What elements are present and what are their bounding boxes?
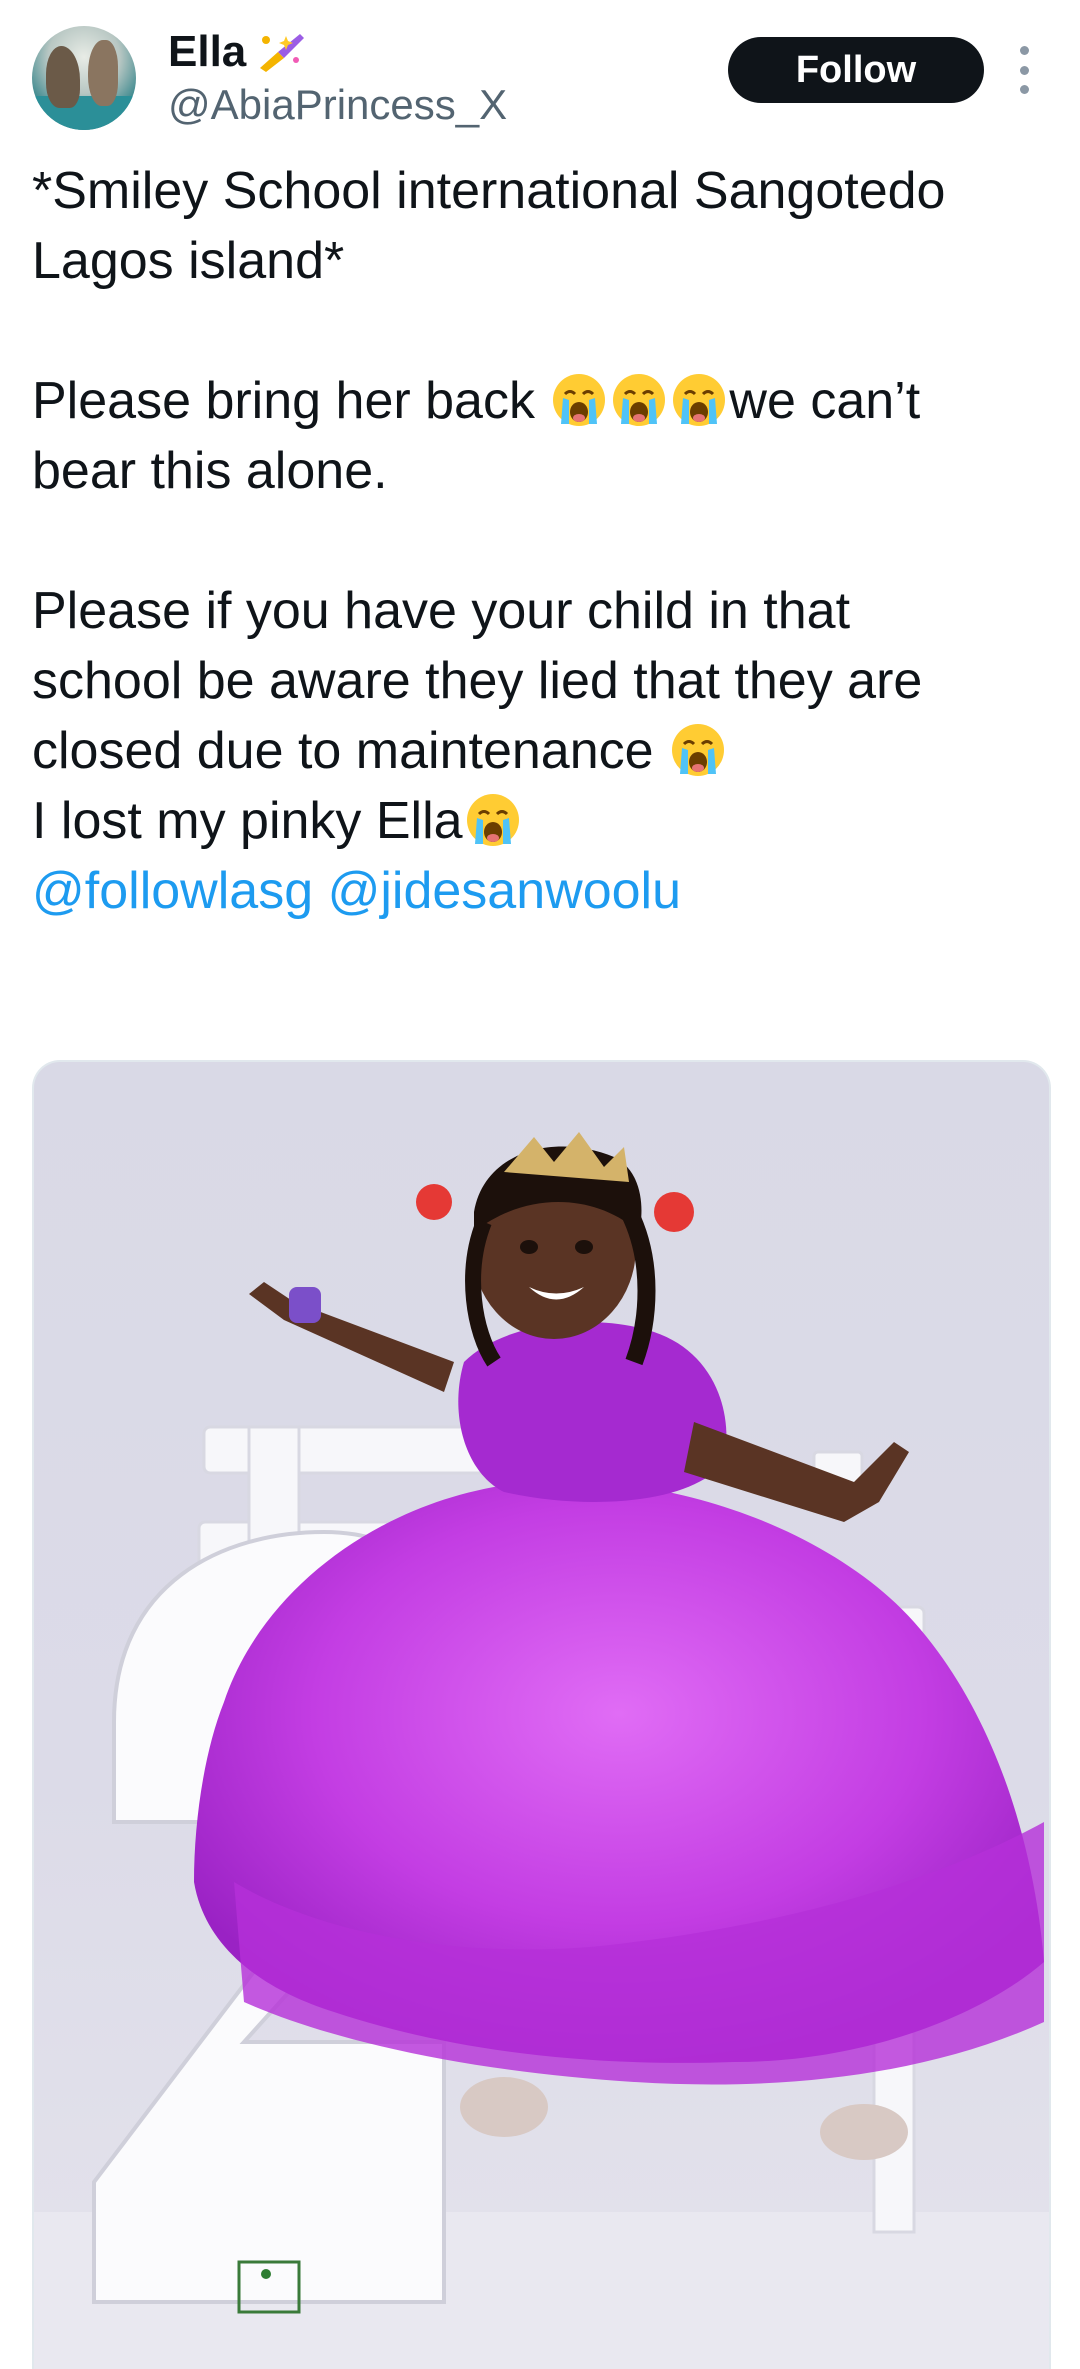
tweet-line: bear this alone.	[32, 442, 388, 500]
tweet-line: school be aware they lied that they are	[32, 652, 923, 710]
avatar-rock	[88, 40, 118, 106]
author-avatar[interactable]	[32, 26, 136, 130]
paintbrush-sparkle-icon	[256, 30, 308, 74]
tweet-line: I lost my pinky Ella	[32, 786, 1052, 856]
loudly-crying-face-icon	[611, 372, 667, 428]
tweet-line: @followlasg @jidesanwoolu	[32, 856, 1052, 926]
avatar-sea	[32, 96, 136, 130]
tweet-line: Please if you have your child in that	[32, 582, 851, 640]
author-display-name[interactable]: Ella	[168, 24, 246, 80]
mention-link[interactable]: @jidesanwoolu	[328, 862, 681, 920]
tweet-text-segment: we can’t	[729, 372, 921, 430]
tweet-text: *Smiley School international Sangotedo L…	[32, 156, 1052, 926]
tweet-line: closed due to maintenance	[32, 716, 1052, 786]
tweet-line: Lagos island*	[32, 232, 345, 290]
loudly-crying-face-icon	[551, 372, 607, 428]
tweet-header: Ella @AbiaPrincess_X Follow	[0, 0, 1080, 150]
tweet-line: Please bring her back we can’t	[32, 366, 1052, 436]
photo-girl-purple-dress	[34, 1132, 1049, 2369]
loudly-crying-face-icon	[670, 722, 726, 778]
author-name-row[interactable]: Ella	[168, 24, 308, 80]
more-vertical-icon[interactable]	[1014, 46, 1034, 94]
tweet-text-segment: Please bring her back	[32, 372, 550, 430]
author-handle[interactable]: @AbiaPrincess_X	[168, 78, 507, 132]
tweet-line: *Smiley School international Sangotedo	[32, 162, 946, 220]
tweet-text-segment: I lost my pinky Ella	[32, 792, 463, 850]
loudly-crying-face-icon	[465, 792, 521, 848]
mention-link[interactable]: @followlasg	[32, 862, 313, 920]
tweet-text-segment: closed due to maintenance	[32, 722, 668, 780]
loudly-crying-face-icon	[671, 372, 727, 428]
follow-button[interactable]: Follow	[728, 37, 984, 103]
tweet-photo[interactable]	[32, 1060, 1051, 2369]
avatar-rock	[46, 46, 80, 108]
